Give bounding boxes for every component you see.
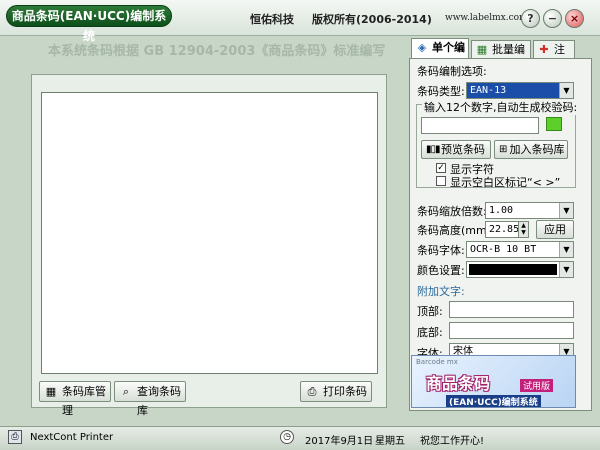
barcode-preview-canvas [41,92,378,374]
preview-barcode-button[interactable]: ▮▯▮ 预览条码 [421,140,491,159]
apply-button[interactable]: 应用 [536,220,574,239]
chevron-down-icon: ▼ [559,203,573,218]
printer-icon: ⎙ [307,385,317,398]
color-select[interactable]: ▼ [466,261,574,278]
close-button[interactable]: × [565,9,584,28]
options-title: 条码编制选项: [417,65,487,78]
scale-select[interactable]: 1.00 ▼ [485,202,574,219]
add-library-icon: ⊞ [499,144,508,155]
product-logo: Barcode mx 商品条码 试用版 (EAN·UCC)编制系统 [411,355,576,408]
minimize-button[interactable]: − [543,9,562,28]
font-label: 条码字体: [417,244,465,257]
chevron-down-icon: ▼ [559,242,573,257]
add-to-library-button[interactable]: ⊞ 加入条码库 [494,140,568,159]
height-input[interactable]: 22.85 [485,221,519,238]
tag-icon: ◈ [417,41,427,54]
show-blank-checkbox[interactable] [436,176,446,186]
status-greeting: 祝您工作开心! [420,436,485,447]
barcode-library-manage-button[interactable]: ▦ 条码库管理 [39,381,111,417]
check-digit-indicator [546,117,562,131]
clock-icon: ◷ [280,430,294,444]
app-title: 商品条码(EAN·UCC)编制系统 [6,5,172,43]
grid-icon: ▦ [476,43,488,56]
status-date: 2017年9月1日 [305,436,374,447]
chevron-down-icon: ▼ [559,83,573,98]
bottom-text-input[interactable] [449,322,574,339]
top-text-input[interactable] [449,301,574,318]
height-label: 条码高度(mm): [417,224,495,237]
scale-label: 条码缩放倍数: [417,205,487,218]
top-text-label: 顶部: [417,305,443,318]
barcode-font-select[interactable]: OCR-B 10 BT ▼ [466,241,574,258]
tab-batch[interactable]: ▦ 批量编制 [471,40,531,74]
input-hint: 输入12个数字,自动生成校验码: [422,99,580,115]
status-bar: ⎙ NextCont Printer ◷ 2017年9月1日 星期五 祝您工作开… [0,426,600,450]
logo-small-text: Barcode mx [416,358,458,366]
status-weekday: 星期五 [375,436,405,447]
type-label: 条码类型: [417,85,465,98]
standard-banner: 本系统条码根据 GB 12904-2003《商品条码》标准编写 [48,44,386,59]
query-library-button[interactable]: ⌕ 查询条码库 [114,381,186,417]
database-icon: ▦ [45,385,57,398]
copyright-text: 版权所有(2006-2014) [312,13,432,26]
tab-register[interactable]: ✚ 注册 [533,40,575,74]
search-icon: ⌕ [122,385,130,398]
trial-badge: 试用版 [520,379,554,392]
color-label: 颜色设置: [417,264,465,277]
barcode-type-select[interactable]: EAN-13 ▼ [466,82,574,99]
digits-input[interactable] [421,117,539,134]
title-bar: 商品条码(EAN·UCC)编制系统 恒佑科技 版权所有(2006-2014) w… [0,0,600,43]
logo-title: 商品条码 [426,374,491,393]
website-text: www.labelmx.com [445,13,528,23]
show-blank-label: 显示空白区标记“< >” [450,176,561,189]
print-barcode-button[interactable]: ⎙ 打印条码 [300,381,372,402]
barcode-icon: ▮▯▮ [426,144,440,155]
color-swatch [469,264,557,275]
bottom-text-label: 底部: [417,326,443,339]
extra-text-title: 附加文字: [417,285,465,298]
show-chars-checkbox[interactable]: ✓ [436,163,446,173]
tab-single[interactable]: ◈ 单个编制 [411,38,469,72]
printer-name: NextCont Printer [30,432,114,443]
chevron-down-icon: ▼ [559,262,573,277]
gift-icon: ✚ [539,43,549,56]
height-spinner[interactable]: ▲ ▼ [518,221,529,238]
logo-subtitle: (EAN·UCC)编制系统 [446,395,541,407]
help-button[interactable]: ? [521,9,540,28]
printer-icon: ⎙ [8,430,22,444]
company-name: 恒佑科技 [250,13,294,26]
